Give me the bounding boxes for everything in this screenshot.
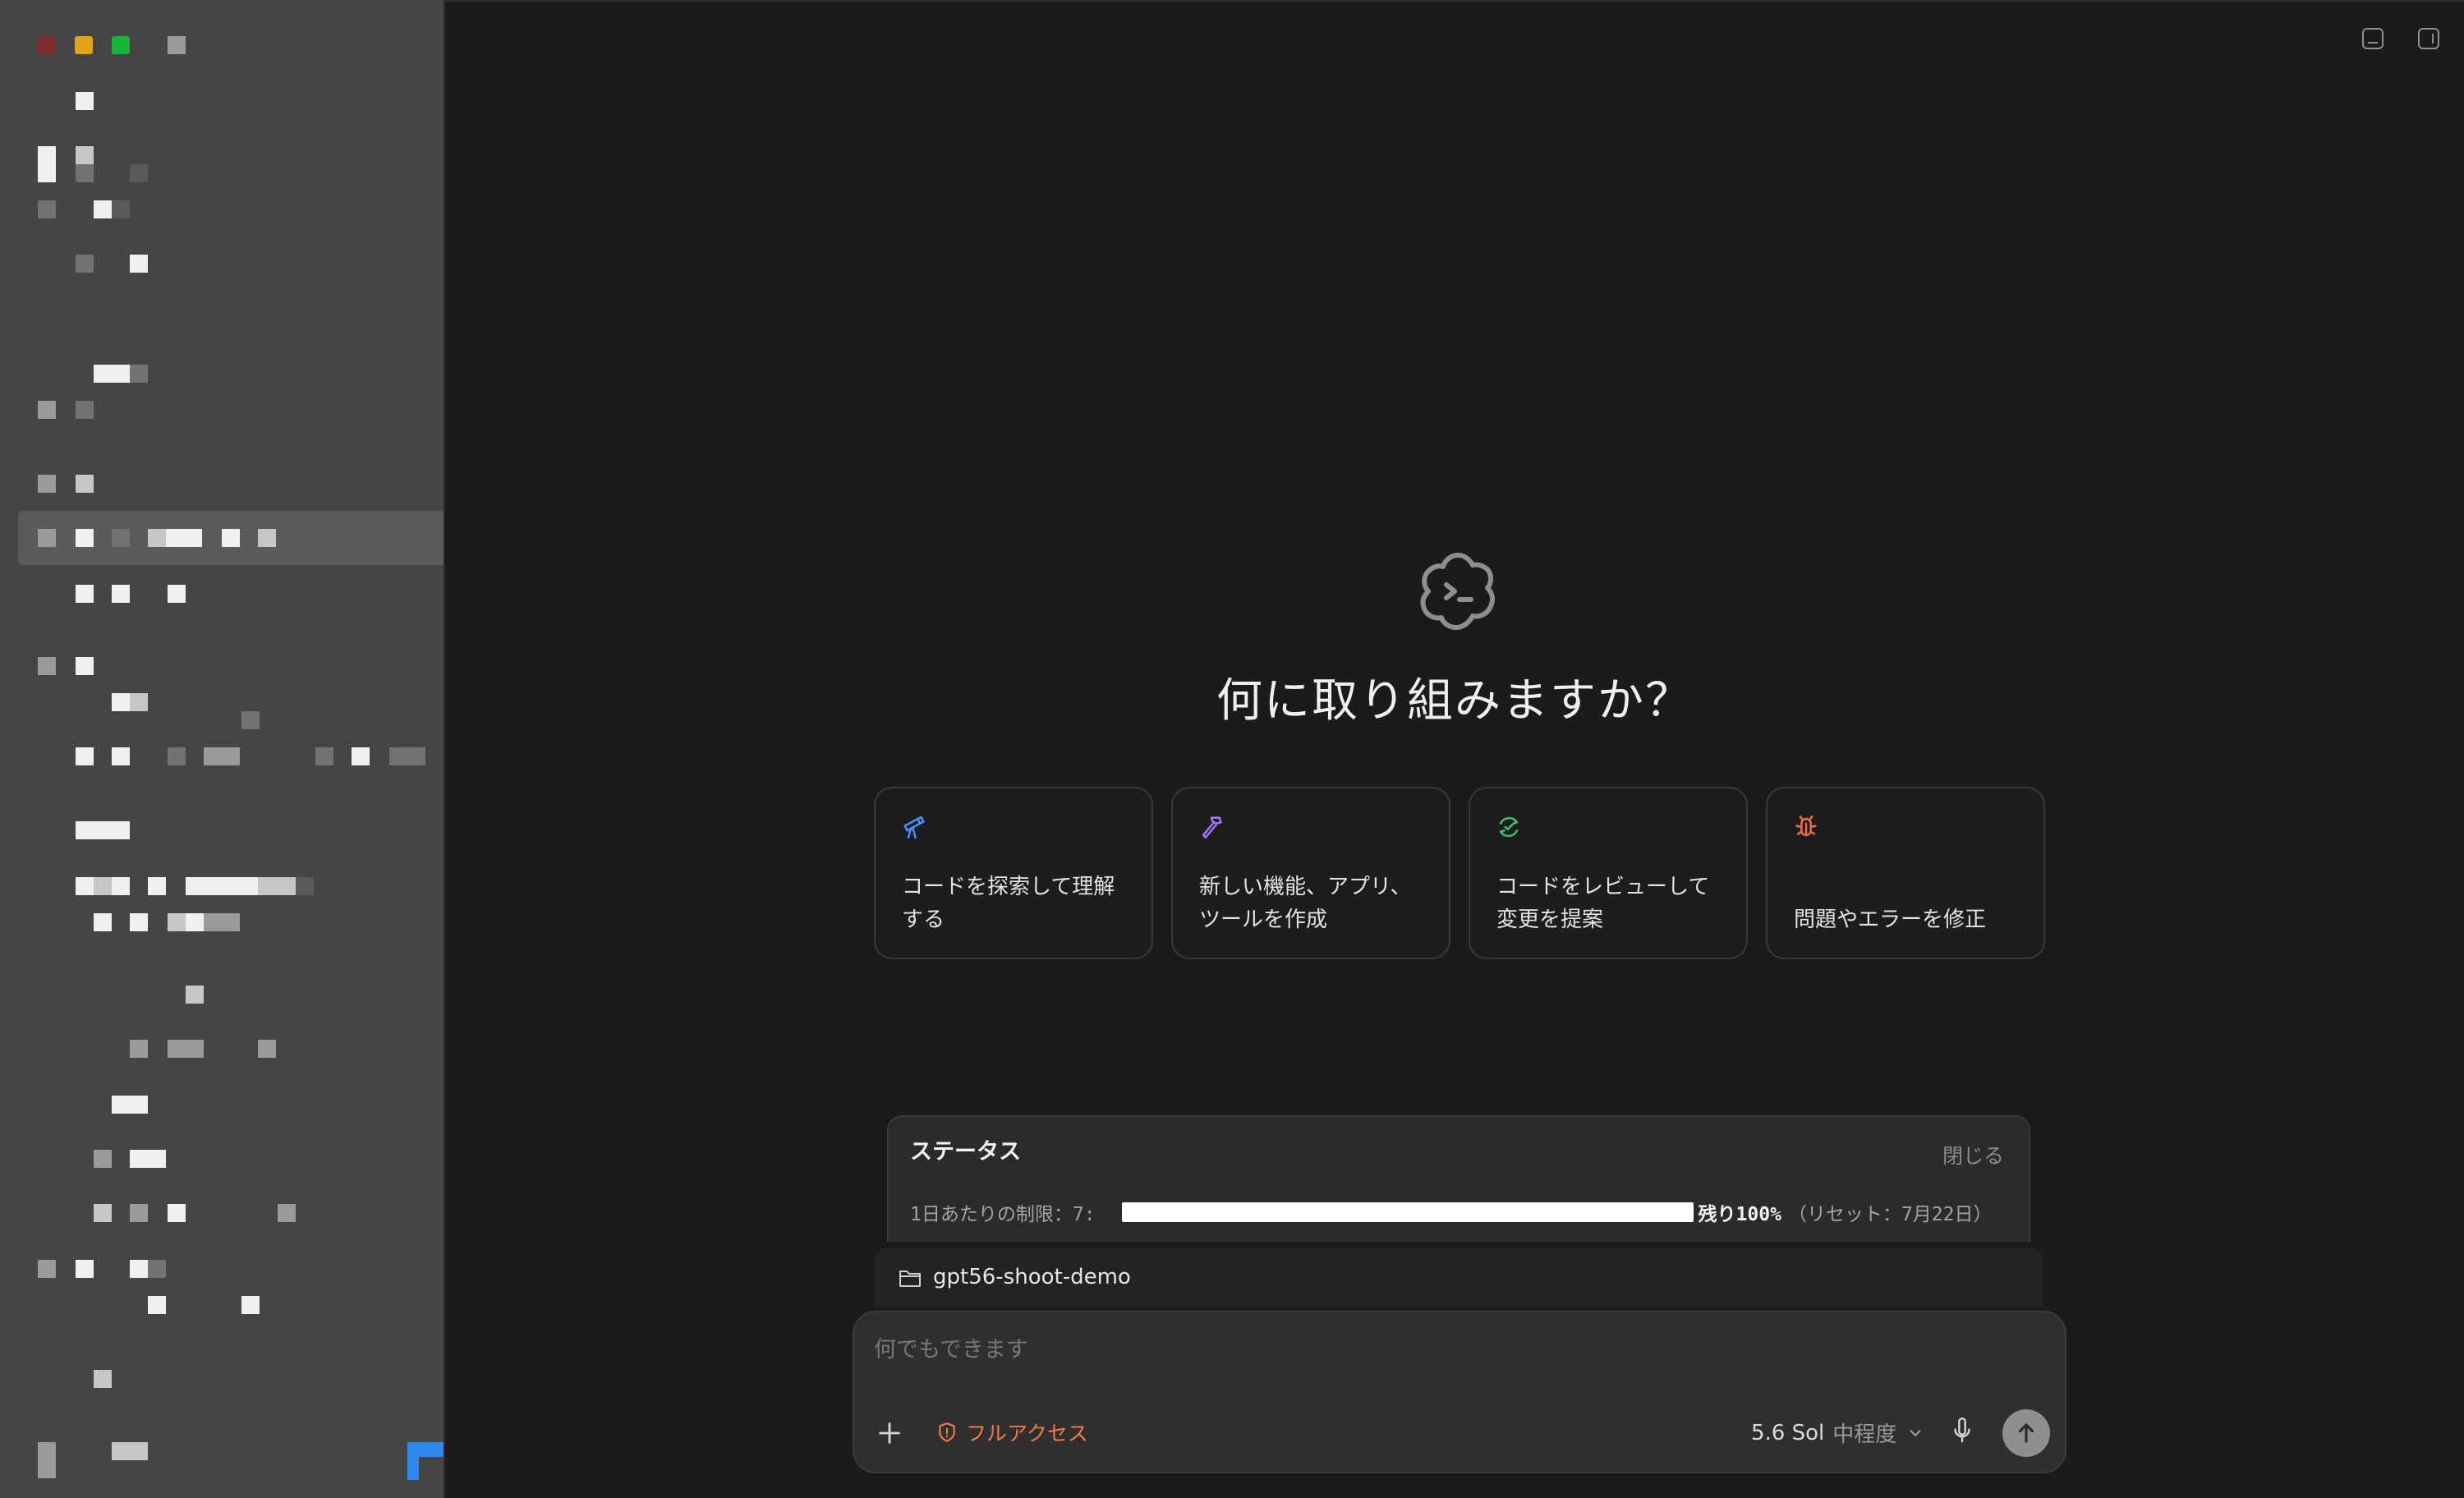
suggestion-card-explore[interactable]: コードを探索して理解する [874, 787, 1153, 959]
send-button[interactable] [2002, 1409, 2050, 1457]
folder-icon [899, 1271, 921, 1287]
window-minimize-button[interactable] [75, 36, 93, 54]
panel-bottom-icon[interactable] [2362, 28, 2384, 49]
bug-icon [1795, 815, 1817, 837]
composer: フルアクセス 5.6 Sol 中程度 [853, 1311, 2066, 1473]
suggestion-card-label: コードを探索して理解する [902, 875, 1115, 932]
codex-logo-icon [1420, 553, 1496, 630]
rate-limit-bar [1121, 1202, 1694, 1222]
sidebar [0, 0, 444, 1498]
access-mode-button[interactable]: フルアクセス [936, 1418, 1088, 1447]
status-title: ステータス [910, 1139, 1021, 1165]
chevron-down-icon [1910, 1429, 1921, 1436]
main-pane: 何に取り組みますか？ コードを探索して理解する 新しい機能、アプリ、ツールを作成… [445, 0, 2464, 1498]
prompt-input[interactable] [874, 1330, 1859, 1368]
project-selector[interactable]: gpt56-shoot-demo [874, 1248, 2043, 1307]
shield-alert-icon [939, 1422, 955, 1442]
sidebar-accent-mark [407, 1442, 444, 1480]
rate-limit-reset: （リセット：7月22日） [1787, 1204, 1993, 1225]
suggestion-card-label: コードをレビューして変更を提案 [1496, 875, 1710, 932]
arrow-up-icon [2018, 1423, 2034, 1443]
microphone-icon[interactable] [1950, 1418, 1974, 1445]
hammer-icon [1202, 816, 1222, 839]
rate-limit-remaining: 残り100% [1698, 1204, 1781, 1225]
suggestion-card-label: 新しい機能、アプリ、ツールを作成 [1199, 875, 1412, 932]
window-close-button[interactable] [38, 36, 56, 54]
status-close-button[interactable]: 閉じる [1942, 1140, 2004, 1169]
rate-limit-row: 1日あたりの制限：7: 残り100% （リセット：7月22日） [910, 1199, 2004, 1225]
plus-icon[interactable] [876, 1419, 903, 1447]
suggestion-card-fix[interactable]: 問題やエラーを修正 [1766, 787, 2045, 959]
model-selector[interactable]: 5.6 Sol 中程度 [1751, 1418, 1924, 1448]
model-name: 5.6 Sol [1751, 1420, 1825, 1445]
reasoning-effort: 中程度 [1832, 1422, 1897, 1447]
sidebar-toggle-icon[interactable] [168, 36, 186, 54]
rate-limit-bar-fill [1121, 1202, 1694, 1222]
project-name: gpt56-shoot-demo [933, 1265, 1131, 1289]
rate-limit-label: 1日あたりの制限：7: [910, 1204, 1096, 1225]
page-title: 何に取り組みますか？ [1216, 674, 1693, 728]
panel-right-icon[interactable] [2418, 28, 2439, 49]
suggestion-card-review[interactable]: コードをレビューして変更を提案 [1469, 787, 1748, 959]
telescope-icon [903, 816, 925, 839]
suggestion-card-build[interactable]: 新しい機能、アプリ、ツールを作成 [1171, 787, 1450, 959]
window-maximize-button[interactable] [112, 36, 130, 54]
suggestion-card-label: 問題やエラーを修正 [1794, 908, 1987, 932]
status-panel: ステータス 閉じる 1日あたりの制限：7: 残り100% （リセット：7月22日… [887, 1115, 2030, 1242]
suggestion-cards: コードを探索して理解する 新しい機能、アプリ、ツールを作成 コードをレビューして… [874, 787, 2045, 959]
review-icon [1499, 816, 1519, 838]
access-mode-label: フルアクセス [966, 1422, 1088, 1445]
